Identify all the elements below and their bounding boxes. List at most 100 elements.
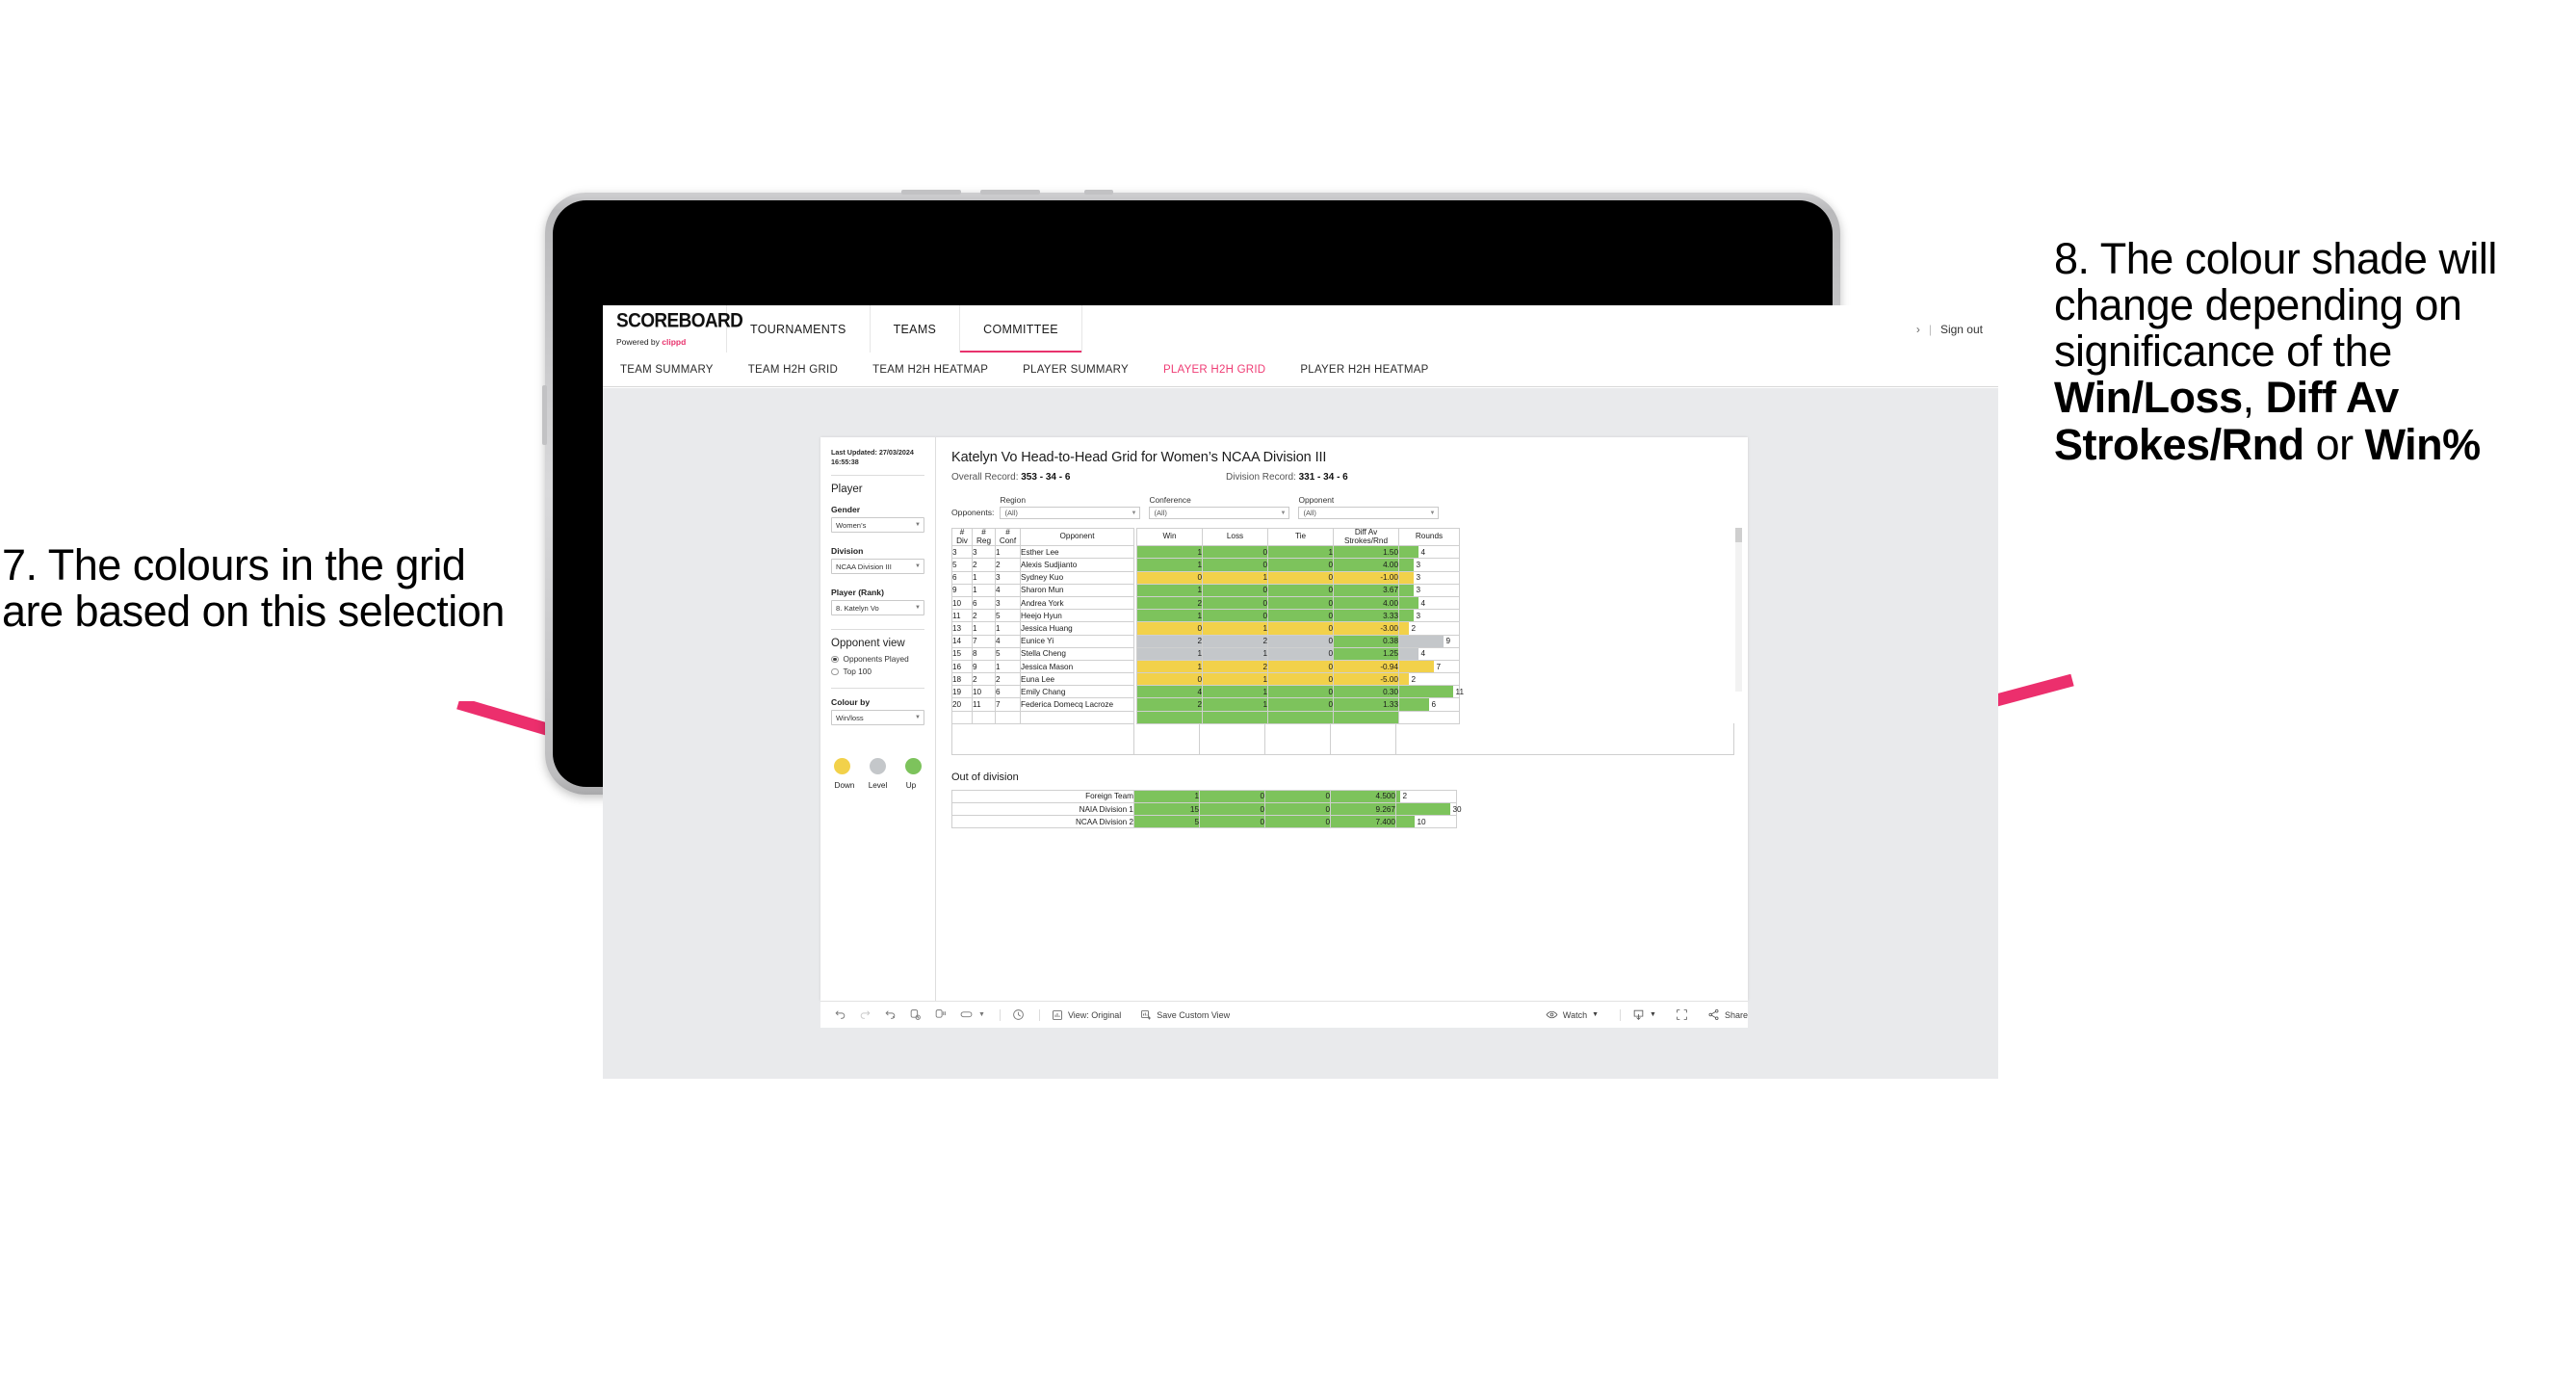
rounds-bar-cell: 3 <box>1398 583 1460 597</box>
table-cell: 1 <box>1267 545 1334 560</box>
subnav-team-summary[interactable]: TEAM SUMMARY <box>620 364 714 376</box>
table-row[interactable]: 5 2 2 Alexis Sudjianto 1 0 0 4.00 3 <box>951 558 1460 572</box>
table-row[interactable]: 18 2 2 Euna Lee 0 1 0 -5.00 2 <box>951 672 1460 687</box>
opponent-filter-select[interactable]: (All) ▼ <box>1298 507 1440 519</box>
table-row[interactable]: 6 1 3 Sydney Kuo 0 1 0 -1.00 3 <box>951 570 1460 585</box>
gender-select[interactable]: Women’s ▼ <box>831 517 924 534</box>
table-cell: Jessica Huang <box>1020 621 1134 636</box>
sidebar-divider-3 <box>831 688 924 690</box>
table-cell: 0 <box>1267 697 1334 712</box>
division-label: Division <box>831 546 864 557</box>
out-of-division-body: Foreign Team 1 0 0 4.500 2 NAIA Division 1 15 0 0… <box>951 789 1462 829</box>
player-rank-value: 8. Katelyn Vo <box>836 603 879 613</box>
table-row[interactable]: 3 3 1 Esther Lee 1 0 1 1.50 4 <box>951 545 1460 560</box>
radio-opponents-played[interactable]: Opponents Played <box>831 654 924 664</box>
undo-icon[interactable] <box>834 1008 846 1021</box>
topnav-tournaments[interactable]: TOURNAMENTS <box>727 305 871 353</box>
table-row-partial <box>951 710 1460 724</box>
table-cell: 0 <box>1136 570 1203 585</box>
table-row[interactable]: 11 2 5 Heejo Hyun 1 0 0 3.33 3 <box>951 609 1460 623</box>
grid-col-header[interactable]: Opponent <box>1020 527 1134 547</box>
topnav-spacer <box>1082 305 1916 353</box>
player-rank-label: Player (Rank) <box>831 588 884 598</box>
view-original-button[interactable]: View: Original <box>1052 1009 1121 1021</box>
subnav-team-h2h-grid[interactable]: TEAM H2H GRID <box>748 364 838 376</box>
table-cell: 2 <box>1136 697 1203 712</box>
grid-col-header[interactable]: Win <box>1136 527 1203 547</box>
share-button[interactable]: Share <box>1707 1008 1748 1021</box>
grid-col-header[interactable]: Rounds <box>1398 527 1460 547</box>
subnav-player-h2h-grid[interactable]: PLAYER H2H GRID <box>1163 364 1265 376</box>
table-row[interactable]: 15 8 5 Stella Cheng 1 1 0 1.25 4 <box>951 646 1460 661</box>
highlight-icon[interactable] <box>959 1008 974 1021</box>
table-row[interactable]: 13 1 1 Jessica Huang 0 1 0 -3.00 2 <box>951 621 1460 636</box>
record-row: Overall Record: 353 - 34 - 6 Division Re… <box>951 472 1734 483</box>
clock-icon[interactable] <box>1012 1008 1025 1021</box>
fullscreen-button[interactable] <box>1676 1008 1688 1021</box>
table-cell: 4.500 <box>1330 789 1396 804</box>
table-row[interactable]: 16 9 1 Jessica Mason 1 2 0 -0.94 7 <box>951 659 1460 674</box>
caret-icon[interactable]: ▼ <box>978 1011 985 1018</box>
download-button[interactable]: ▼ <box>1632 1008 1656 1021</box>
table-cell: 0 <box>1202 583 1268 597</box>
save-custom-view-button[interactable]: Save Custom View <box>1140 1009 1230 1021</box>
grid-col-header[interactable]: # Conf <box>995 527 1021 547</box>
topnav-committee[interactable]: COMMITTEE <box>960 305 1082 353</box>
opponent-view-heading: Opponent view <box>831 638 905 650</box>
annotation-right-part2: , <box>2242 373 2266 423</box>
grid-scrollbar-track[interactable] <box>1735 528 1742 692</box>
topnav-committee-label: COMMITTEE <box>983 322 1058 336</box>
table-cell: 14 <box>951 634 973 648</box>
tablet-button-top-1 <box>901 190 961 195</box>
table-cell: -3.00 <box>1333 621 1399 636</box>
table-row[interactable]: 20 11 7 Federica Domecq Lacroze 2 1 0 1.33 6 <box>951 697 1460 712</box>
redo-icon[interactable] <box>859 1008 872 1021</box>
grid-col-header[interactable]: Diff Av Strokes/Rnd <box>1333 527 1399 547</box>
table-cell: 0 <box>1267 621 1334 636</box>
conference-filter-select[interactable]: (All) ▼ <box>1149 507 1290 519</box>
refresh-icon[interactable] <box>909 1008 922 1021</box>
table-row[interactable]: NCAA Division 2 5 0 0 7.400 10 <box>951 815 1457 829</box>
region-filter-select[interactable]: (All) ▼ <box>1000 507 1141 519</box>
table-cell: Euna Lee <box>1020 672 1134 687</box>
chevron-down-icon: ▼ <box>1280 510 1287 516</box>
grid-col-header[interactable]: # Div <box>951 527 973 547</box>
revert-icon[interactable] <box>884 1008 897 1021</box>
radio-top-100[interactable]: Top 100 <box>831 667 924 676</box>
app-logo[interactable]: SCOREBOARD Powered by clippd <box>603 305 743 353</box>
table-cell: 1.50 <box>1333 545 1399 560</box>
table-cell: 2 <box>972 609 996 623</box>
table-row[interactable]: 14 7 4 Eunice Yi 2 2 0 0.38 9 <box>951 634 1460 648</box>
pause-icon[interactable] <box>934 1008 947 1021</box>
rounds-bar-fill <box>1399 698 1429 711</box>
grid-scrollbar-thumb[interactable] <box>1735 528 1742 542</box>
table-row[interactable]: 9 1 4 Sharon Mun 1 0 0 3.67 3 <box>951 583 1460 597</box>
annotation-left-text: 7. The colours in the grid are based on … <box>2 540 505 637</box>
colour-by-select[interactable]: Win/loss ▼ <box>831 710 924 726</box>
rounds-bar-fill <box>1399 571 1414 584</box>
topnav-teams[interactable]: TEAMS <box>871 305 961 353</box>
grid-col-header[interactable]: Tie <box>1267 527 1334 547</box>
colour-legend-labels: Down Level Up <box>831 781 924 790</box>
watch-button[interactable]: Watch ▼ <box>1546 1008 1599 1021</box>
subnav-team-h2h-heatmap[interactable]: TEAM H2H HEATMAP <box>872 364 988 376</box>
table-row[interactable]: NAIA Division 1 15 0 0 9.267 30 <box>951 802 1462 817</box>
grid-col-header[interactable]: # Reg <box>972 527 996 547</box>
table-row[interactable]: Foreign Team 1 0 0 4.500 2 <box>951 789 1457 804</box>
rounds-bar-value: 30 <box>1452 804 1462 814</box>
rounds-bar-value: 10 <box>1417 817 1426 826</box>
table-cell: 1 <box>1202 697 1268 712</box>
opponent-filter-label: Opponent <box>1298 495 1335 505</box>
table-row[interactable]: 10 6 3 Andrea York 2 0 0 4.00 4 <box>951 595 1460 611</box>
player-rank-select[interactable]: 8. Katelyn Vo ▼ <box>831 600 924 616</box>
chevron-right-icon[interactable]: › <box>1916 323 1920 336</box>
division-select[interactable]: NCAA Division III ▼ <box>831 559 924 575</box>
grid-col-header[interactable]: Loss <box>1202 527 1268 547</box>
table-row[interactable]: 19 10 6 Emily Chang 4 1 0 0.30 11 <box>951 685 1464 699</box>
sign-out-button[interactable]: Sign out <box>1940 323 1983 336</box>
subnav-player-h2h-heatmap[interactable]: PLAYER H2H HEATMAP <box>1300 364 1428 376</box>
rounds-bar-fill <box>1396 816 1415 828</box>
legend-dot-up <box>905 758 922 775</box>
subnav-player-summary[interactable]: PLAYER SUMMARY <box>1023 364 1129 376</box>
table-cell: 3 <box>995 595 1021 611</box>
